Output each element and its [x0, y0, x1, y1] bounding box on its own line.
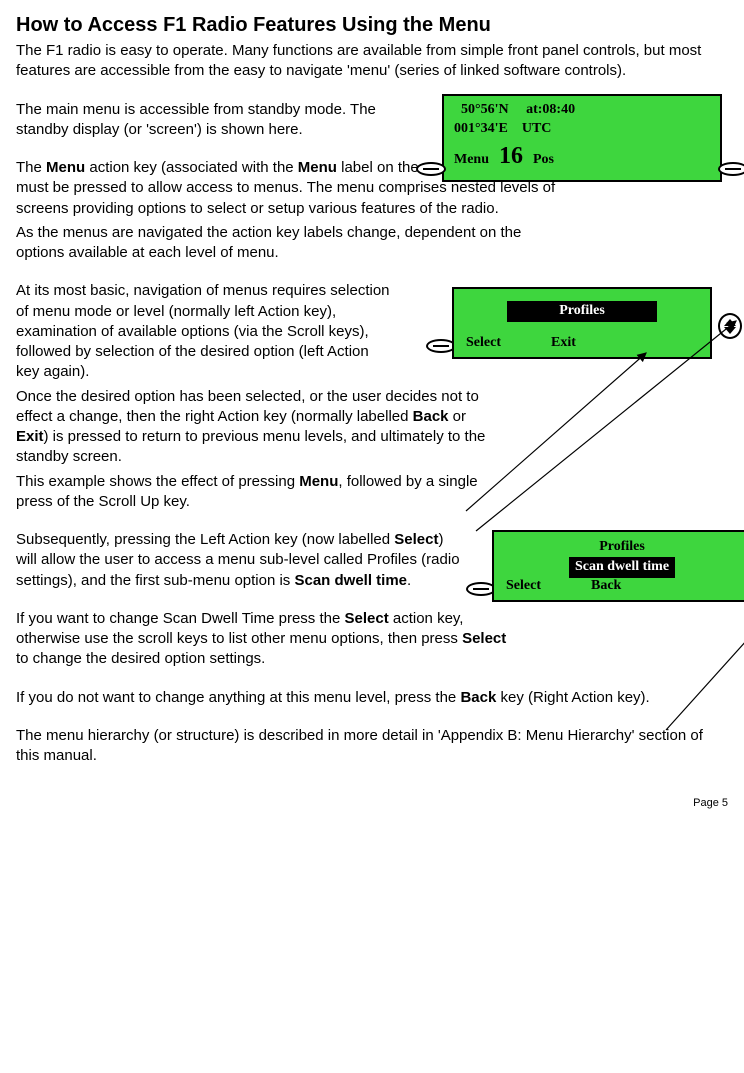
paragraph-standby: The main menu is accessible from standby…	[16, 100, 416, 141]
lcd-profiles: Profiles Select Exit	[452, 287, 712, 359]
lcd-scan-dwell: Profiles Scan dwell time Select Back	[492, 530, 744, 602]
lcd-right-action: Back	[591, 577, 621, 596]
lcd-lat: 50°56'N	[461, 102, 509, 117]
paragraph-select: Subsequently, pressing the Left Action k…	[16, 530, 466, 591]
lcd-utc: UTC	[522, 121, 552, 136]
paragraph-change-option: If you want to change Scan Dwell Time pr…	[16, 609, 516, 670]
paragraph-back-exit: Once the desired option has been selecte…	[16, 387, 486, 468]
intro-paragraph: The F1 radio is easy to operate. Many fu…	[16, 41, 728, 82]
paragraph-back-key: If you do not want to change anything at…	[16, 688, 728, 708]
page-title: How to Access F1 Radio Features Using th…	[16, 12, 728, 39]
paragraph-example: This example shows the effect of pressin…	[16, 472, 496, 513]
lcd-left-action: Select	[506, 577, 541, 596]
lcd-highlighted-item: Profiles	[507, 301, 657, 322]
profiles-screen-illustration: Profiles Select Exit	[426, 287, 744, 359]
lcd-menu-label: Menu	[454, 152, 489, 167]
lcd-time: at:08:40	[526, 102, 575, 117]
lcd-channel: 16	[499, 143, 523, 169]
lcd-menu-header: Profiles	[504, 538, 740, 557]
lcd-standby: 50°56'N at:08:40 001°34'E UTC Menu 16 Pos	[442, 94, 722, 182]
scan-dwell-screen-illustration: Profiles Scan dwell time Select Back	[466, 530, 744, 602]
lcd-lon: 001°34'E	[454, 121, 508, 136]
paragraph-appendix: The menu hierarchy (or structure) is des…	[16, 726, 728, 767]
standby-screen-illustration: 50°56'N at:08:40 001°34'E UTC Menu 16 Pos	[416, 94, 744, 182]
lcd-left-action: Select	[466, 334, 501, 353]
scroll-key-icon	[718, 313, 742, 339]
lcd-highlighted-item: Scan dwell time	[569, 557, 675, 578]
left-action-key-icon	[416, 162, 446, 176]
lcd-right-action: Exit	[551, 334, 576, 353]
paragraph-basic-nav: At its most basic, navigation of menus r…	[16, 281, 396, 382]
right-action-key-icon	[718, 162, 744, 176]
page-footer: Page 5	[16, 796, 728, 811]
paragraph-navigation-labels: As the menus are navigated the action ke…	[16, 223, 536, 264]
lcd-pos-label: Pos	[533, 152, 554, 167]
